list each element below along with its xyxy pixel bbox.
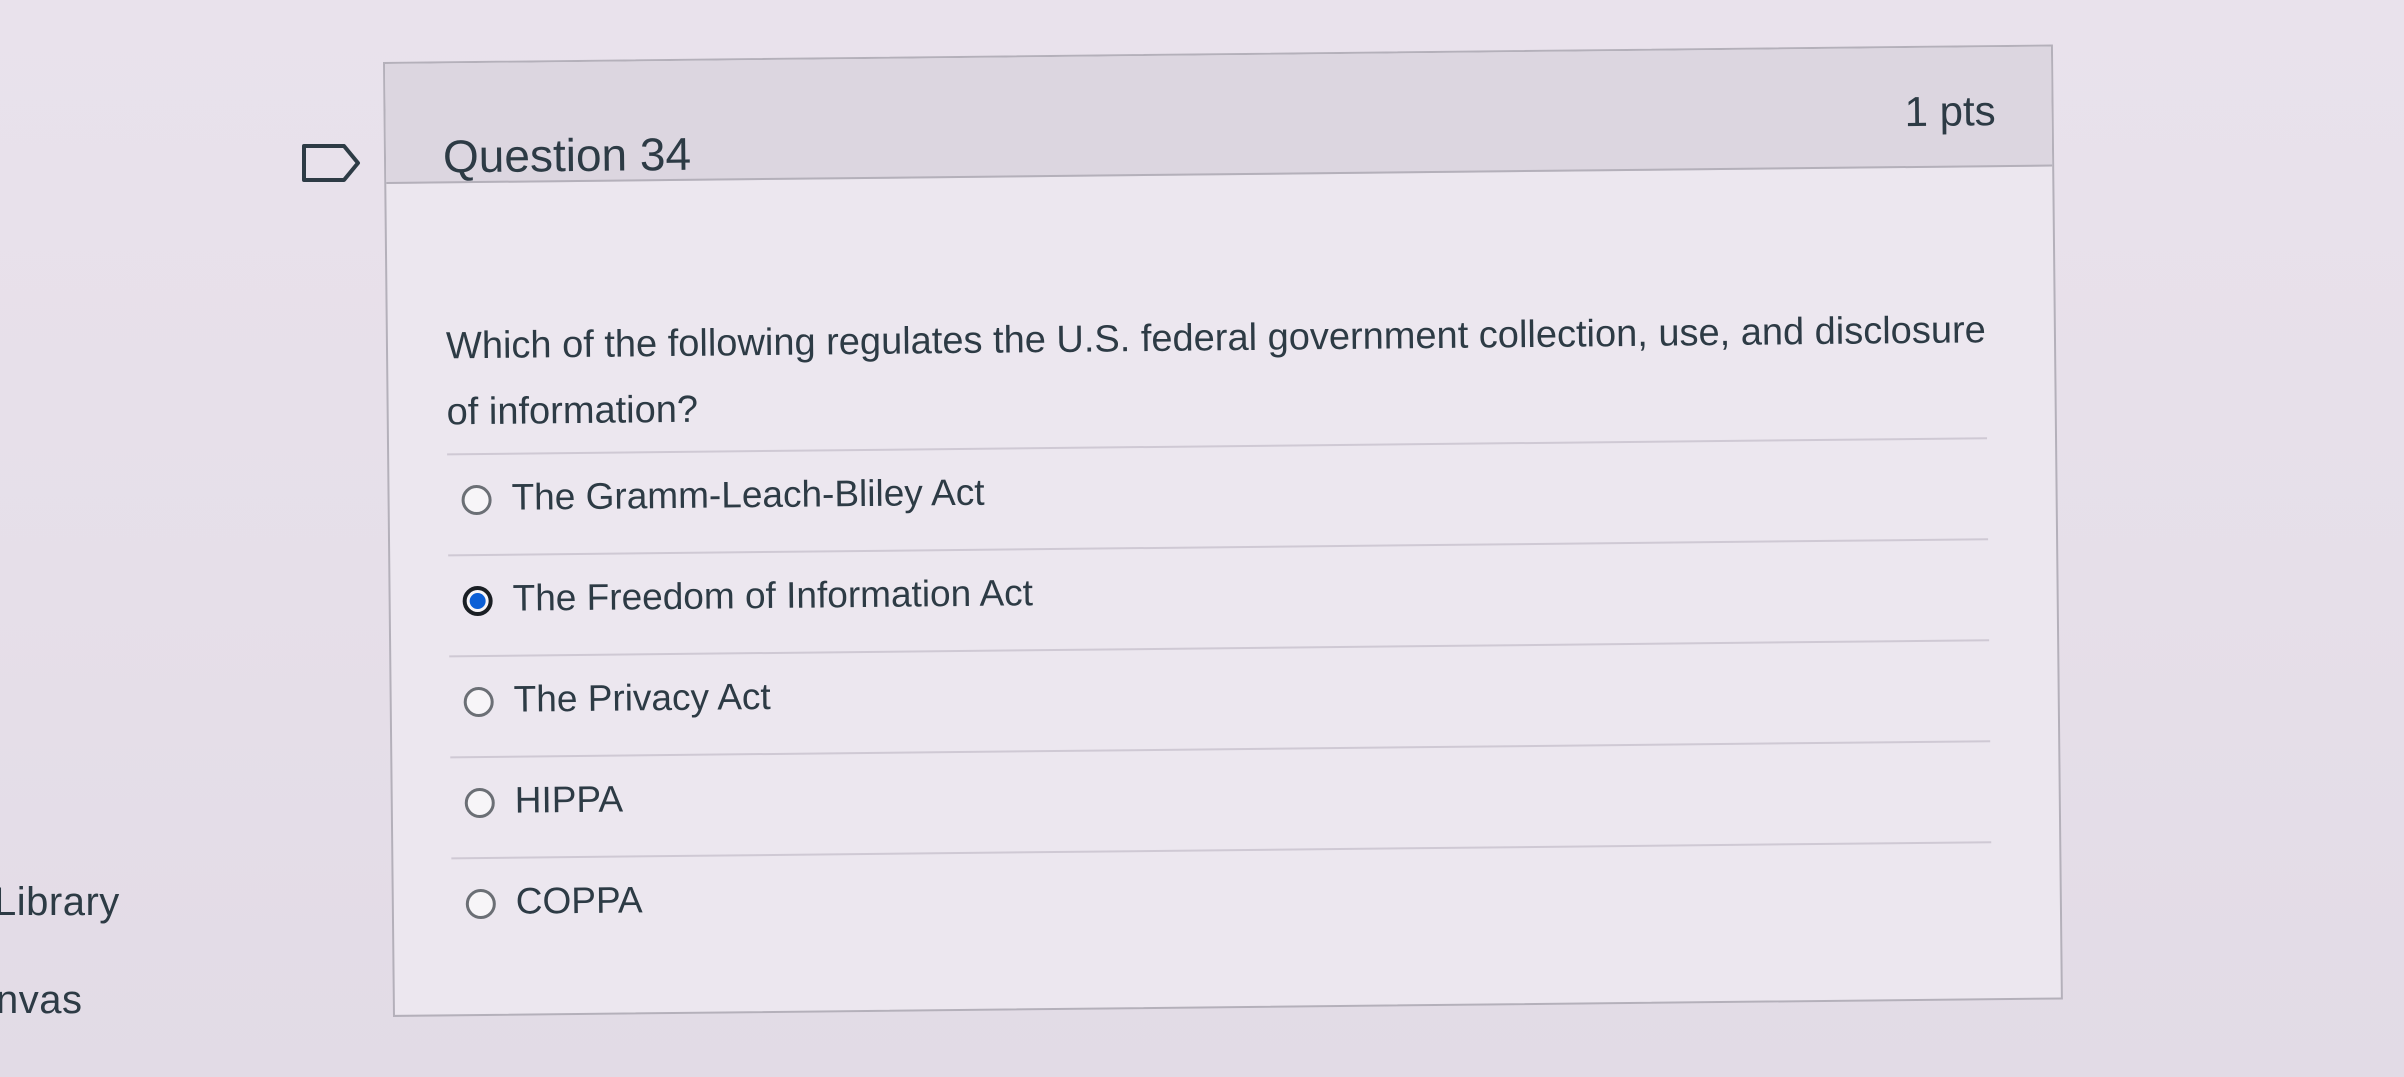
sidebar-item-canvas[interactable]: nvas xyxy=(0,978,83,1023)
answer-option[interactable]: The Privacy Act xyxy=(449,639,1991,757)
answer-label: HIPPA xyxy=(514,778,624,821)
question-text: Which of the following regulates the U.S… xyxy=(445,309,1986,434)
question-points: 1 pts xyxy=(1904,87,1996,136)
question-title: Question 34 xyxy=(442,127,692,183)
answer-option[interactable]: COPPA xyxy=(451,841,1993,959)
radio-button[interactable] xyxy=(461,484,492,516)
answer-option[interactable]: HIPPA xyxy=(450,740,1992,858)
answer-label: The Freedom of Information Act xyxy=(512,572,1034,619)
question-header: Question 34 1 pts xyxy=(385,46,2053,184)
answer-option[interactable]: The Gramm-Leach-Bliley Act xyxy=(447,437,1989,555)
answer-option[interactable]: The Freedom of Information Act xyxy=(448,538,1990,656)
flag-question-icon[interactable] xyxy=(300,140,364,186)
answer-label: COPPA xyxy=(515,879,643,922)
answer-list: The Gramm-Leach-Bliley Act The Freedom o… xyxy=(447,437,1993,959)
radio-button[interactable] xyxy=(464,787,495,819)
answer-label: The Privacy Act xyxy=(513,675,771,720)
radio-button[interactable] xyxy=(465,888,496,920)
sidebar-item-library[interactable]: Library xyxy=(0,880,120,925)
question-card: Question 34 1 pts Which of the following… xyxy=(383,44,2063,1017)
answer-label: The Gramm-Leach-Bliley Act xyxy=(511,471,985,518)
radio-button[interactable] xyxy=(463,686,494,718)
radio-button-selected[interactable] xyxy=(462,585,493,617)
